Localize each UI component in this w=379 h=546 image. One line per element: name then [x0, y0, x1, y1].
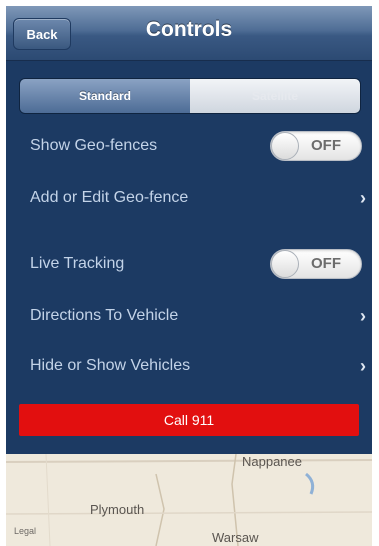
chevron-right-icon: › — [360, 305, 366, 326]
map-type-segmented-control: Standard Satellite — [19, 78, 361, 114]
map-roads — [6, 454, 372, 546]
chevron-right-icon: › — [360, 187, 366, 208]
row-hide-show-vehicles[interactable]: Hide or Show Vehicles › — [6, 346, 372, 386]
toggle-state: OFF — [311, 137, 341, 154]
navigation-bar: Back Controls — [6, 6, 372, 61]
segment-standard[interactable]: Standard — [20, 79, 190, 113]
call-911-button[interactable]: Call 911 — [19, 404, 359, 436]
toggle-knob — [271, 132, 299, 160]
row-directions-to-vehicle[interactable]: Directions To Vehicle › — [6, 296, 372, 336]
show-geo-fences-toggle[interactable]: OFF — [270, 131, 362, 161]
row-label: Show Geo-fences — [30, 137, 158, 154]
row-live-tracking: Live Tracking OFF — [6, 244, 372, 284]
map-legal-link[interactable]: Legal — [14, 526, 36, 536]
map-label-warsaw: Warsaw — [212, 530, 259, 545]
map-label-plymouth: Plymouth — [90, 502, 145, 517]
row-add-edit-geo-fence[interactable]: Add or Edit Geo-fence › — [6, 178, 372, 218]
toggle-state: OFF — [311, 255, 341, 272]
row-label: Directions To Vehicle — [30, 307, 179, 324]
live-tracking-toggle[interactable]: OFF — [270, 249, 362, 279]
page-title: Controls — [145, 18, 233, 41]
segment-satellite[interactable]: Satellite — [190, 79, 360, 113]
row-show-geo-fences: Show Geo-fences OFF — [6, 126, 372, 166]
map-view[interactable]: Nappanee Plymouth Warsaw Legal — [6, 454, 372, 546]
toggle-knob — [271, 250, 299, 278]
row-label: Live Tracking — [30, 255, 125, 272]
controls-screen: Back Controls Standard Satellite Show Ge… — [6, 6, 372, 546]
chevron-right-icon: › — [360, 355, 366, 376]
map-label-nappanee: Nappanee — [242, 454, 302, 469]
row-label: Add or Edit Geo-fence — [30, 189, 189, 206]
row-label: Hide or Show Vehicles — [30, 357, 191, 374]
